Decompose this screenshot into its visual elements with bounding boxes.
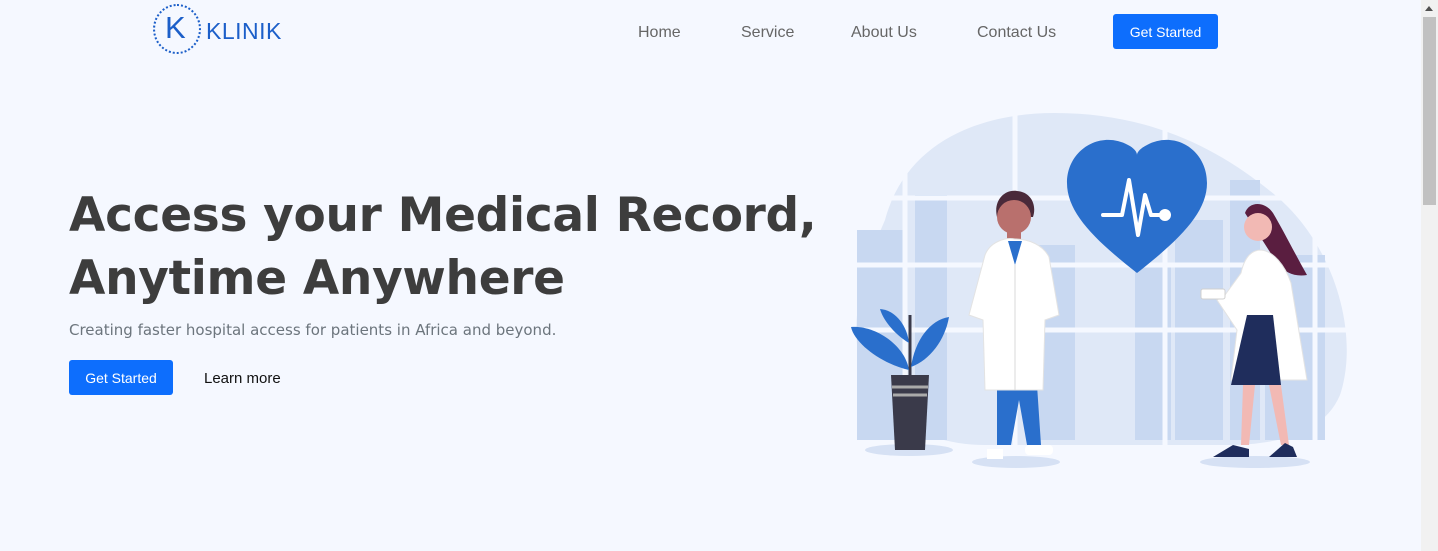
nav-link-service[interactable]: Service — [741, 23, 794, 43]
hero-subtitle: Creating faster hospital access for pati… — [69, 321, 557, 339]
learn-more-link[interactable]: Learn more — [204, 369, 281, 389]
nav-link-about-us[interactable]: About Us — [851, 23, 917, 43]
nav-get-started-button[interactable]: Get Started — [1113, 14, 1218, 49]
vertical-scrollbar[interactable] — [1421, 0, 1438, 551]
scroll-up-arrow-icon[interactable] — [1425, 6, 1433, 11]
brand-name: KLINIK — [206, 18, 282, 44]
doctors-heart-illustration — [851, 105, 1350, 468]
logo-letter: K — [165, 10, 186, 45]
nav-link-home[interactable]: Home — [638, 23, 681, 43]
scrollbar-thumb[interactable] — [1423, 17, 1436, 205]
nav-link-contact-us[interactable]: Contact Us — [977, 23, 1056, 43]
brand-logo[interactable]: K KLINIK — [153, 4, 283, 60]
hero-title-line-2: Anytime Anywhere — [69, 251, 565, 306]
hero-title-line-1: Access your Medical Record, — [69, 188, 817, 243]
hero-get-started-button[interactable]: Get Started — [69, 360, 173, 395]
hero-title: Access your Medical Record, Anytime Anyw… — [69, 184, 817, 310]
